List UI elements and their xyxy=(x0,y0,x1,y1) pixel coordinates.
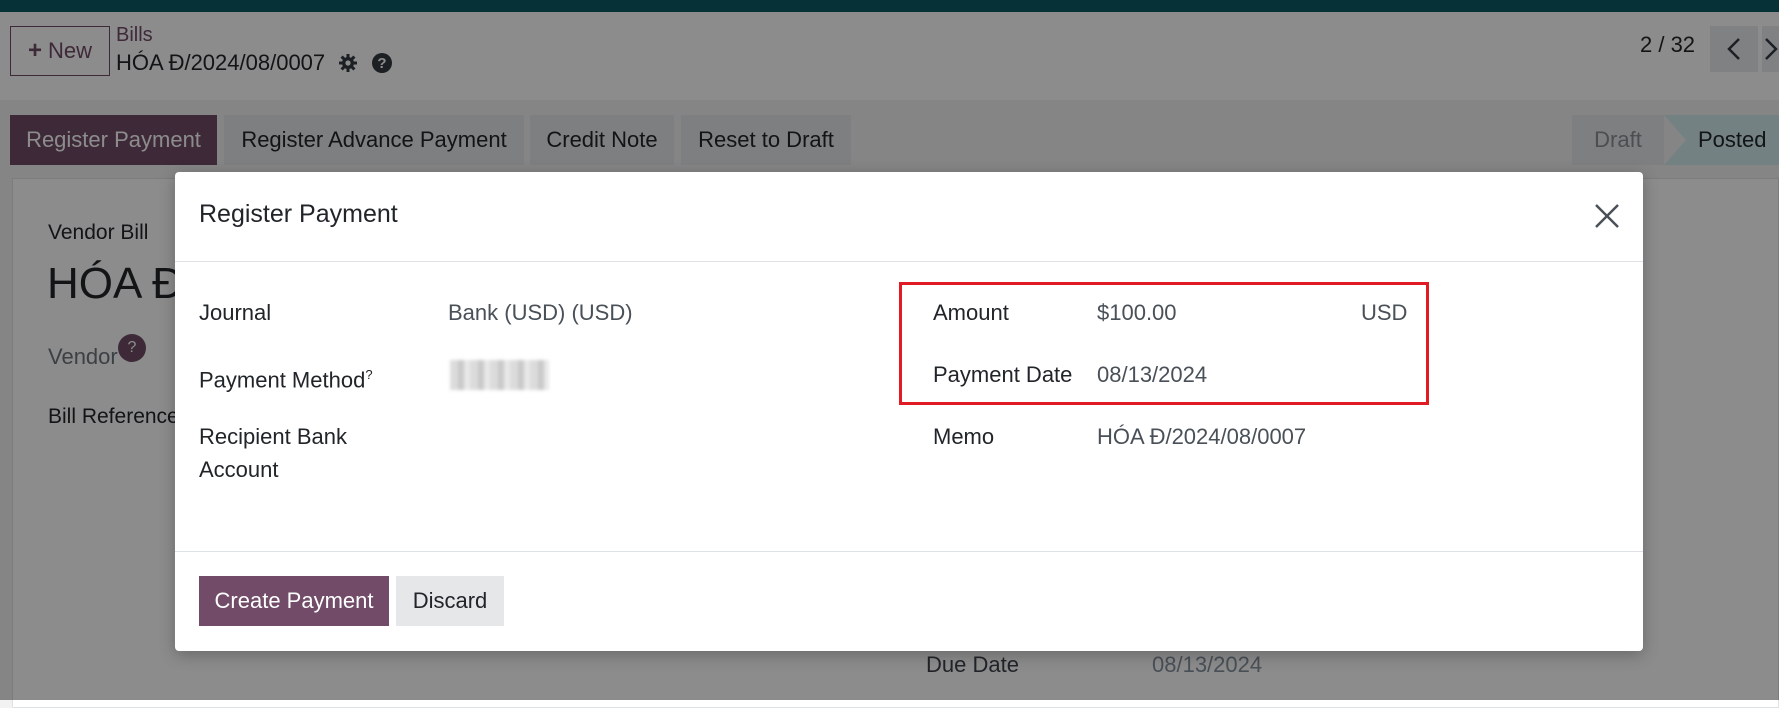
journal-field[interactable]: Bank (USD) (USD) xyxy=(448,296,633,329)
dialog-header: Register Payment xyxy=(175,172,1643,262)
payment-method-help-icon[interactable]: ? xyxy=(365,367,372,382)
close-icon xyxy=(1595,204,1619,228)
close-button[interactable] xyxy=(1591,200,1623,232)
highlight-annotation-box xyxy=(899,282,1429,405)
due-date-value: 08/13/2024 xyxy=(1152,652,1263,677)
payment-method-label: Payment Method? xyxy=(199,358,373,396)
recipient-bank-label: Recipient Bank Account xyxy=(199,420,347,486)
dialog-footer: Create Payment Discard xyxy=(175,551,1643,651)
payment-method-label-text: Payment Method xyxy=(199,367,366,393)
due-date-label: Due Date xyxy=(926,652,1019,677)
journal-label: Journal xyxy=(199,300,272,325)
payment-method-field[interactable] xyxy=(450,360,549,390)
recipient-bank-label-line1: Recipient Bank xyxy=(199,424,347,449)
create-payment-button[interactable]: Create Payment xyxy=(199,576,389,626)
discard-button[interactable]: Discard xyxy=(396,576,504,626)
recipient-bank-label-line2: Account xyxy=(199,457,279,482)
register-payment-dialog: Register Payment Journal Bank (USD) (USD… xyxy=(175,172,1643,651)
dialog-title: Register Payment xyxy=(199,200,398,228)
memo-field[interactable]: HÓA Đ/2024/08/0007 xyxy=(1097,420,1306,453)
memo-label: Memo xyxy=(933,424,995,449)
